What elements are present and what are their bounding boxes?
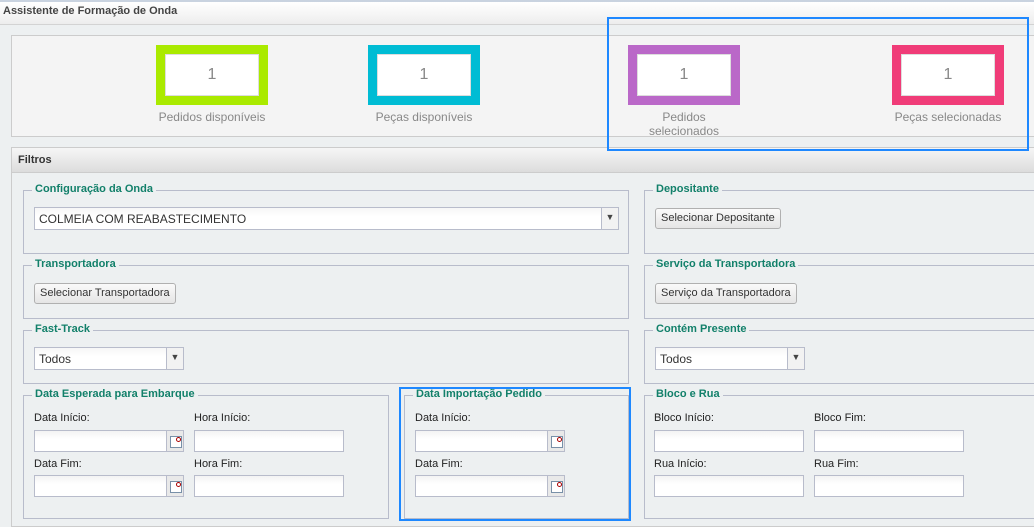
contem-presente-select[interactable]: Todos ▼ [655, 347, 805, 370]
counter-value: 1 [165, 54, 259, 96]
data-fim-label: Data Fim: [34, 458, 82, 470]
fieldset-data-embarque: Data Esperada para Embarque Data Início:… [23, 388, 389, 519]
rua-fim-label: Rua Fim: [814, 458, 859, 470]
fieldset-bloco-rua: Bloco e Rua Bloco Início: Bloco Fim: Rua… [644, 388, 1034, 519]
legend: Transportadora [32, 258, 119, 270]
fieldset-servico-transportadora: Serviço da Transportadora Serviço da Tra… [644, 258, 1034, 319]
legend: Data Esperada para Embarque [32, 388, 198, 400]
hora-inicio-input[interactable] [194, 430, 344, 452]
config-onda-select[interactable]: COLMEIA COM REABASTECIMENTO ▼ [34, 207, 619, 230]
hora-inicio-label: Hora Início: [194, 412, 251, 424]
data-fim-input[interactable] [34, 475, 184, 497]
legend: Configuração da Onda [32, 183, 156, 195]
legend: Bloco e Rua [653, 388, 723, 400]
fast-track-select[interactable]: Todos ▼ [34, 347, 184, 370]
chevron-down-icon[interactable]: ▼ [787, 348, 804, 369]
counter-label: Pedidos disponíveis [158, 110, 266, 124]
hora-fim-input[interactable] [194, 475, 344, 497]
fieldset-transportadora: Transportadora Selecionar Transportadora [23, 258, 629, 319]
selected-value: COLMEIA COM REABASTECIMENTO [39, 212, 247, 226]
selected-value: Todos [660, 352, 693, 366]
highlight-box [399, 387, 631, 521]
chevron-down-icon[interactable]: ▼ [166, 348, 183, 369]
selecionar-depositante-button[interactable]: Selecionar Depositante [655, 208, 781, 229]
rua-fim-input[interactable] [814, 475, 964, 497]
selected-value: Todos [39, 352, 72, 366]
legend: Contém Presente [653, 323, 750, 335]
legend: Depositante [653, 183, 722, 195]
bloco-inicio-label: Bloco Início: [654, 412, 714, 424]
calendar-icon[interactable] [166, 431, 183, 451]
bloco-inicio-input[interactable] [654, 430, 804, 452]
calendar-icon[interactable] [166, 476, 183, 496]
data-inicio-input[interactable] [34, 430, 184, 452]
filters-title: Filtros [12, 148, 1034, 173]
counter-pecas-disponiveis: 1 [368, 45, 480, 105]
hora-fim-label: Hora Fim: [194, 458, 243, 470]
counter-pedidos-disponiveis: 1 [156, 45, 268, 105]
fieldset-contem-presente: Contém Presente Todos ▼ [644, 323, 1034, 384]
fieldset-depositante: Depositante Selecionar Depositante [644, 183, 1034, 254]
counter-value: 1 [377, 54, 471, 96]
selecionar-transportadora-button[interactable]: Selecionar Transportadora [34, 283, 176, 304]
rua-inicio-label: Rua Início: [654, 458, 707, 470]
counter-label: Peças disponíveis [375, 110, 473, 124]
legend: Fast-Track [32, 323, 94, 335]
data-inicio-label: Data Início: [34, 412, 90, 424]
rua-inicio-input[interactable] [654, 475, 804, 497]
servico-transportadora-button[interactable]: Serviço da Transportadora [655, 283, 797, 304]
highlight-box [607, 17, 1029, 151]
legend: Serviço da Transportadora [653, 258, 799, 270]
fieldset-fast-track: Fast-Track Todos ▼ [23, 323, 629, 384]
chevron-down-icon[interactable]: ▼ [601, 208, 618, 229]
bloco-fim-label: Bloco Fim: [814, 412, 866, 424]
fieldset-config-onda: Configuração da Onda COLMEIA COM REABAST… [23, 183, 629, 254]
bloco-fim-input[interactable] [814, 430, 964, 452]
